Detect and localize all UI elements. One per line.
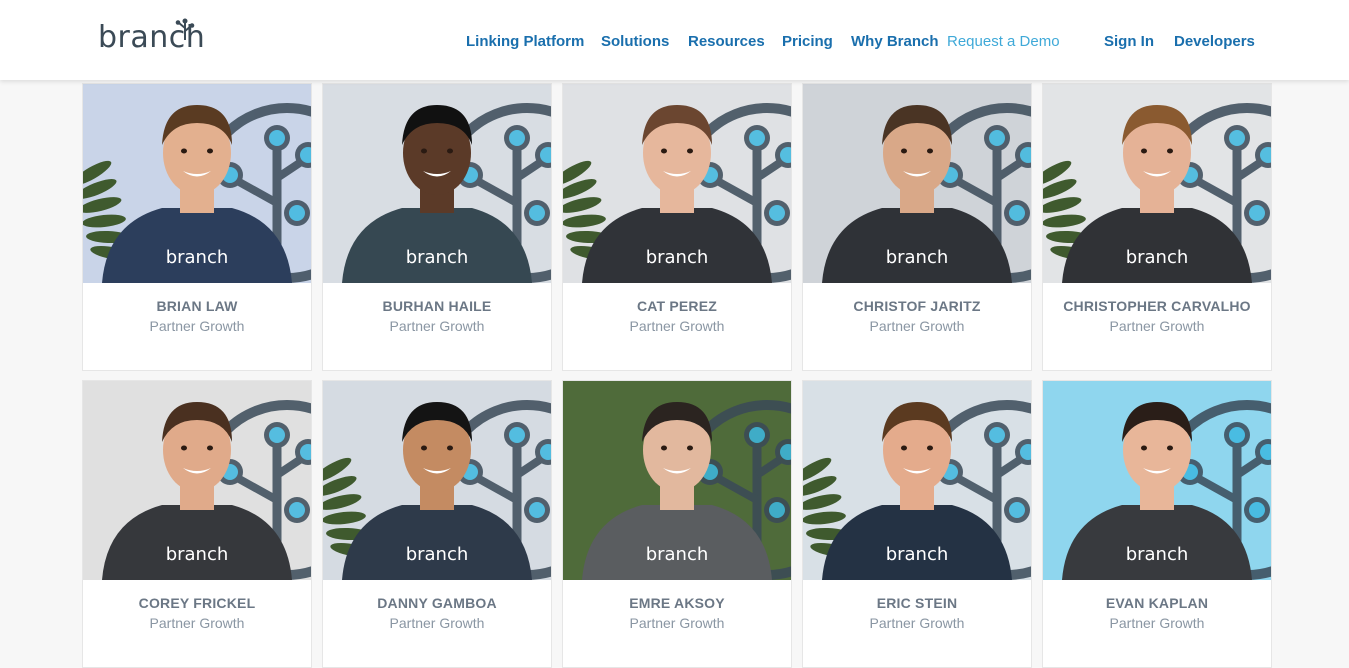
shirt-logo-text: branch <box>406 544 469 565</box>
team-member-role: Partner Growth <box>389 318 485 334</box>
team-member-card[interactable]: branch CAT PEREZ Partner Growth <box>562 83 792 371</box>
portrait-image: branch <box>803 381 1031 580</box>
nav-resources[interactable]: Resources <box>688 31 765 53</box>
team-member-card[interactable]: branch BRIAN LAW Partner Growth <box>82 83 312 371</box>
team-member-card[interactable]: branch DANNY GAMBOA Partner Growth <box>322 380 552 668</box>
nav-pricing[interactable]: Pricing <box>782 31 833 53</box>
portrait-image: branch <box>563 84 791 283</box>
team-member-role: Partner Growth <box>1109 318 1205 334</box>
team-member-card[interactable]: branch BURHAN HAILE Partner Growth <box>322 83 552 371</box>
shirt-logo-text: branch <box>646 544 709 565</box>
shirt-logo-text: branch <box>166 247 229 268</box>
portrait-image: branch <box>1043 381 1271 580</box>
portrait-image: branch <box>83 381 311 580</box>
team-member-role: Partner Growth <box>629 318 725 334</box>
team-member-photo: branch <box>803 84 1031 283</box>
portrait-image: branch <box>323 84 551 283</box>
nav-linking-platform[interactable]: Linking Platform <box>466 31 584 53</box>
portrait-image: branch <box>323 381 551 580</box>
team-member-name: ERIC STEIN <box>876 595 958 611</box>
team-member-role: Partner Growth <box>629 615 725 631</box>
team-member-photo: branch <box>1043 381 1271 580</box>
team-member-role: Partner Growth <box>869 318 965 334</box>
shirt-logo-text: branch <box>886 544 949 565</box>
team-member-photo: branch <box>1043 84 1271 283</box>
team-member-name: CHRISTOF JARITZ <box>853 298 981 314</box>
team-member-name: CHRISTOPHER CARVALHO <box>1063 298 1251 314</box>
portrait-image: branch <box>803 84 1031 283</box>
team-member-photo: branch <box>83 84 311 283</box>
team-member-name: BRIAN LAW <box>156 298 238 314</box>
nav-developers[interactable]: Developers <box>1174 31 1255 53</box>
nav-why-branch[interactable]: Why Branch <box>851 31 939 53</box>
team-member-photo: branch <box>83 381 311 580</box>
team-member-card[interactable]: branch COREY FRICKEL Partner Growth <box>82 380 312 668</box>
team-member-card[interactable]: branch CHRISTOF JARITZ Partner Growth <box>802 83 1032 371</box>
portrait-image: branch <box>83 84 311 283</box>
team-member-photo: branch <box>563 381 791 580</box>
site-header: branch Linking Platform Solutions Resour… <box>0 0 1349 80</box>
team-member-name: DANNY GAMBOA <box>377 595 497 611</box>
shirt-logo-text: branch <box>886 247 949 268</box>
portrait-image: branch <box>563 381 791 580</box>
shirt-logo-text: branch <box>406 247 469 268</box>
team-member-name: EMRE AKSOY <box>629 595 725 611</box>
team-member-card[interactable]: branch EMRE AKSOY Partner Growth <box>562 380 792 668</box>
nav-solutions[interactable]: Solutions <box>601 31 669 53</box>
team-member-photo: branch <box>323 381 551 580</box>
team-member-name: EVAN KAPLAN <box>1105 595 1209 611</box>
main-nav: Linking Platform Solutions Resources Pri… <box>0 31 1349 53</box>
team-member-card[interactable]: branch CHRISTOPHER CARVALHO Partner Growth <box>1042 83 1272 371</box>
nav-request-demo[interactable]: Request a Demo <box>947 31 1060 53</box>
team-member-photo: branch <box>323 84 551 283</box>
team-member-name: BURHAN HAILE <box>382 298 492 314</box>
team-member-role: Partner Growth <box>869 615 965 631</box>
team-member-photo: branch <box>563 84 791 283</box>
shirt-logo-text: branch <box>1126 247 1189 268</box>
team-member-photo: branch <box>803 381 1031 580</box>
portrait-image: branch <box>1043 84 1271 283</box>
shirt-logo-text: branch <box>166 544 229 565</box>
team-member-card[interactable]: branch EVAN KAPLAN Partner Growth <box>1042 380 1272 668</box>
team-member-role: Partner Growth <box>1109 615 1205 631</box>
shirt-logo-text: branch <box>646 247 709 268</box>
team-member-name: COREY FRICKEL <box>138 595 256 611</box>
team-member-name: CAT PEREZ <box>636 298 718 314</box>
team-member-role: Partner Growth <box>149 318 245 334</box>
team-member-role: Partner Growth <box>389 615 485 631</box>
team-member-role: Partner Growth <box>149 615 245 631</box>
shirt-logo-text: branch <box>1126 544 1189 565</box>
nav-sign-in[interactable]: Sign In <box>1104 31 1154 53</box>
team-member-card[interactable]: branch ERIC STEIN Partner Growth <box>802 380 1032 668</box>
